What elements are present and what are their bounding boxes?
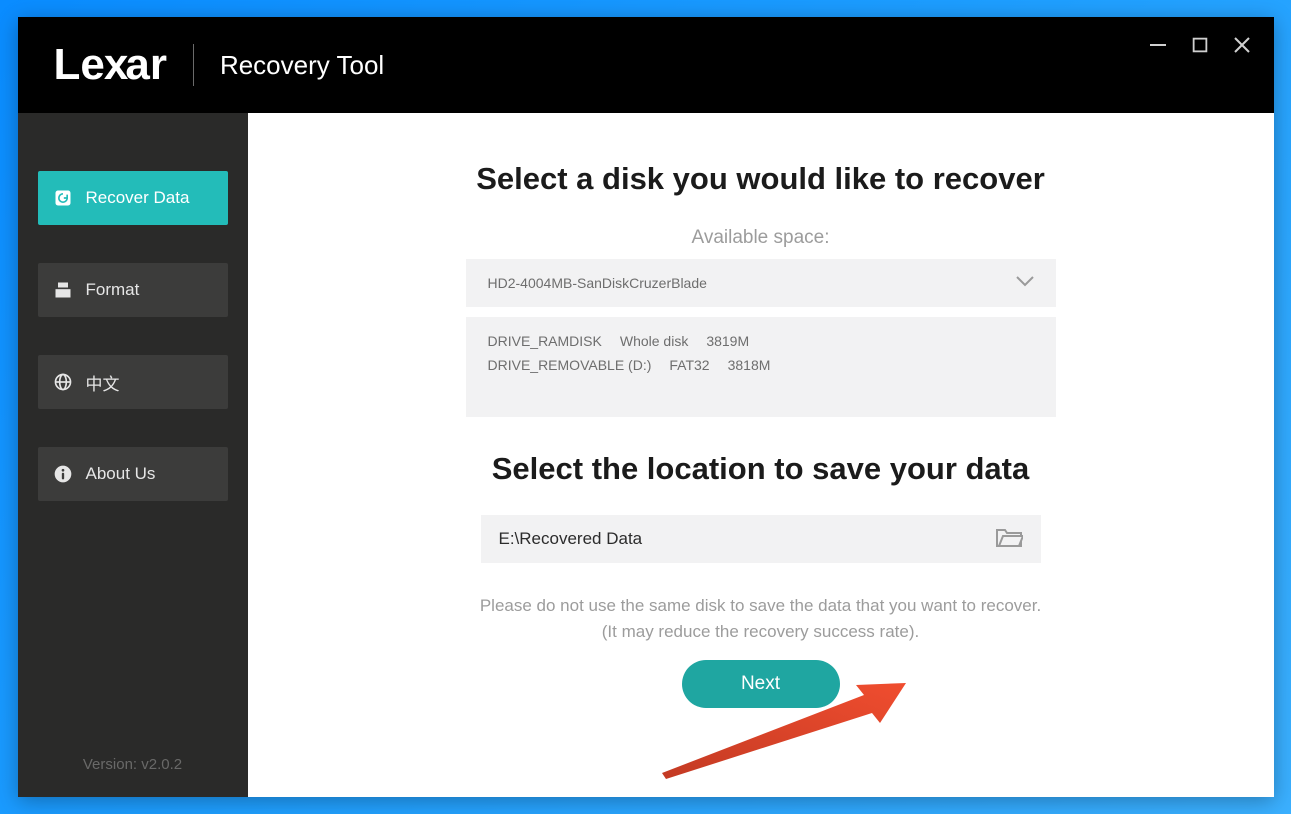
sidebar-item-label: 中文 — [86, 370, 120, 395]
sidebar-item-label: About Us — [86, 464, 156, 484]
save-path-text: E:\Recovered Data — [499, 529, 643, 549]
next-button-label: Next — [741, 673, 780, 695]
disk-option-desc: Whole disk — [620, 333, 688, 349]
disk-option[interactable]: DRIVE_RAMDISK Whole disk 3819M — [488, 329, 1034, 353]
sidebar-item-language[interactable]: 中文 — [38, 355, 228, 409]
disk-option-size: 3818M — [728, 357, 771, 373]
browse-folder-button[interactable] — [995, 526, 1023, 553]
disk-dropdown-selected: HD2-4004MB-SanDiskCruzerBlade — [488, 275, 707, 291]
warning-text: Please do not use the same disk to save … — [480, 593, 1041, 644]
available-space-label: Available space: — [691, 227, 829, 249]
window-controls — [1144, 31, 1256, 59]
info-icon — [52, 463, 74, 485]
title-bar: Lexar Recovery Tool — [18, 17, 1274, 113]
disk-option[interactable]: DRIVE_REMOVABLE (D:) FAT32 3818M — [488, 353, 1034, 377]
sidebar-item-label: Recover Data — [86, 188, 190, 208]
save-location-row: E:\Recovered Data — [481, 515, 1041, 563]
disk-options-panel: DRIVE_RAMDISK Whole disk 3819M DRIVE_REM… — [466, 317, 1056, 417]
warning-line-2: (It may reduce the recovery success rate… — [480, 619, 1041, 645]
brand-logo: Lexar — [54, 40, 167, 90]
app-window: Lexar Recovery Tool Recover Data — [18, 17, 1274, 797]
disk-option-name: DRIVE_REMOVABLE (D:) — [488, 357, 652, 373]
sidebar: Recover Data Format 中文 About Us Ve — [18, 113, 248, 797]
version-label: Version: v2.0.2 — [18, 756, 248, 773]
recover-icon — [52, 187, 74, 209]
chevron-down-icon — [1016, 275, 1034, 291]
disk-option-desc: FAT32 — [669, 357, 709, 373]
sidebar-item-format[interactable]: Format — [38, 263, 228, 317]
select-location-heading: Select the location to save your data — [492, 451, 1030, 487]
next-button[interactable]: Next — [682, 660, 840, 708]
select-disk-heading: Select a disk you would like to recover — [476, 161, 1045, 197]
sidebar-item-recover-data[interactable]: Recover Data — [38, 171, 228, 225]
close-button[interactable] — [1228, 31, 1256, 59]
sidebar-item-label: Format — [86, 280, 140, 300]
maximize-button[interactable] — [1186, 31, 1214, 59]
disk-select-group: HD2-4004MB-SanDiskCruzerBlade DRIVE_RAMD… — [466, 259, 1056, 417]
globe-icon — [52, 371, 74, 393]
app-title: Recovery Tool — [220, 50, 384, 81]
minimize-button[interactable] — [1144, 31, 1172, 59]
format-icon — [52, 279, 74, 301]
logo-divider — [193, 44, 194, 86]
disk-option-size: 3819M — [706, 333, 749, 349]
main-panel: Select a disk you would like to recover … — [248, 113, 1274, 797]
sidebar-item-about-us[interactable]: About Us — [38, 447, 228, 501]
warning-line-1: Please do not use the same disk to save … — [480, 593, 1041, 619]
disk-dropdown[interactable]: HD2-4004MB-SanDiskCruzerBlade — [466, 259, 1056, 307]
disk-option-name: DRIVE_RAMDISK — [488, 333, 602, 349]
